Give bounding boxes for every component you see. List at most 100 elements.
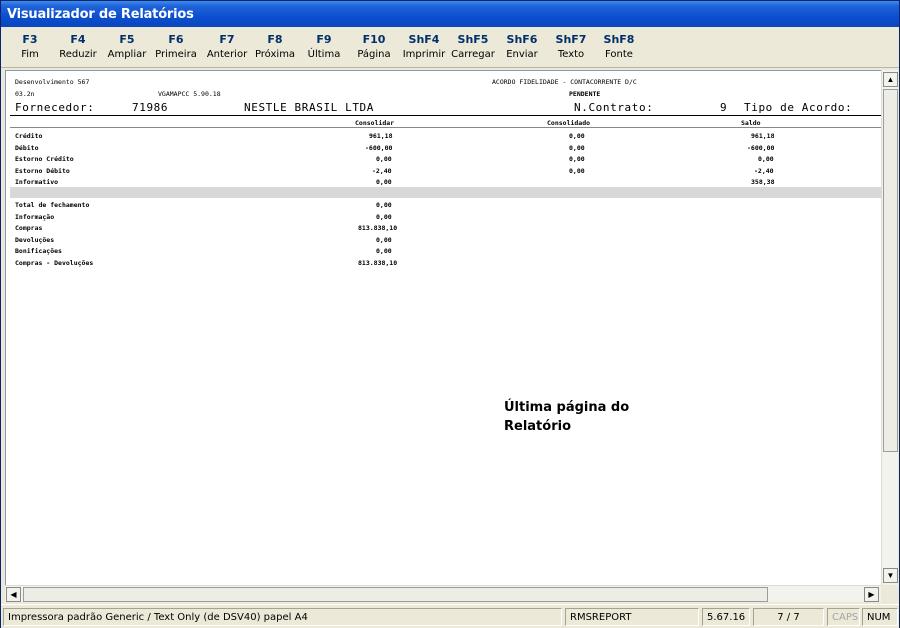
row-consolidar: -600,00 bbox=[365, 144, 393, 152]
last-page-note-line1: Última página do bbox=[504, 400, 630, 415]
ampliar-key: F5 bbox=[119, 33, 135, 46]
vertical-scrollbar[interactable]: ▲ ▼ bbox=[881, 70, 898, 585]
total-label: Compras bbox=[15, 224, 43, 232]
total-value: 0,00 bbox=[376, 201, 392, 209]
total-value: 0,00 bbox=[376, 236, 392, 244]
total-label: Compras - Devoluções bbox=[15, 259, 94, 267]
header-left-1: Desenvolvimento 567 bbox=[15, 78, 90, 86]
enviar-button[interactable]: ShF6 Enviar bbox=[503, 33, 541, 65]
row-saldo: 0,00 bbox=[758, 155, 774, 163]
col-consolidar: Consolidar bbox=[355, 119, 395, 127]
imprimir-key: ShF4 bbox=[408, 33, 440, 46]
proxima-label: Próxima bbox=[254, 49, 296, 60]
fim-button[interactable]: F3 Fim bbox=[15, 33, 45, 65]
row-consolidar: 0,00 bbox=[376, 178, 392, 186]
row-consolidado: 0,00 bbox=[569, 132, 585, 140]
total-label: Informação bbox=[15, 213, 55, 221]
total-value: 813.838,10 bbox=[358, 259, 398, 267]
contract-number: 9 bbox=[720, 101, 728, 114]
row-label: Informativo bbox=[15, 178, 59, 186]
report-page[interactable]: Desenvolvimento 567 03.2n VGAMAPCC 5.90.… bbox=[5, 70, 881, 585]
header-rule bbox=[10, 115, 881, 116]
row-consolidar: -2,40 bbox=[372, 167, 392, 175]
primeira-key: F6 bbox=[168, 33, 184, 46]
ultima-label: Última bbox=[307, 49, 341, 60]
report-title: ACORDO FIDELIDADE - CONTACORRENTE D/C bbox=[492, 78, 637, 86]
page-status: 7 / 7 bbox=[753, 608, 824, 626]
ampliar-button[interactable]: F5 Ampliar bbox=[107, 33, 147, 65]
total-value: 813.838,10 bbox=[358, 224, 398, 232]
anterior-key: F7 bbox=[219, 33, 235, 46]
row-label: Débito bbox=[15, 144, 39, 152]
fonte-label: Fonte bbox=[605, 49, 633, 60]
proxima-button[interactable]: F8 Próxima bbox=[254, 33, 296, 65]
col-saldo: Saldo bbox=[741, 119, 761, 127]
status-bar: Impressora padrão Generic / Text Only (d… bbox=[1, 604, 899, 628]
reduzir-button[interactable]: F4 Reduzir bbox=[58, 33, 98, 65]
printer-status: Impressora padrão Generic / Text Only (d… bbox=[3, 608, 562, 626]
scroll-down-arrow-icon[interactable]: ▼ bbox=[883, 568, 898, 583]
fonte-key: ShF8 bbox=[603, 33, 635, 46]
title-bar[interactable]: Visualizador de Relatórios bbox=[1, 1, 899, 27]
ultima-button[interactable]: F9 Última bbox=[306, 33, 342, 65]
row-saldo: 961,18 bbox=[751, 132, 775, 140]
row-saldo: 358,38 bbox=[751, 178, 775, 186]
header-left-2: 03.2n bbox=[15, 90, 35, 98]
row-saldo: -600,00 bbox=[747, 144, 775, 152]
imprimir-label: Imprimir bbox=[402, 49, 446, 60]
vertical-scroll-thumb[interactable] bbox=[883, 89, 898, 452]
ultima-key: F9 bbox=[316, 33, 332, 46]
fim-key: F3 bbox=[22, 33, 38, 46]
reduzir-label: Reduzir bbox=[59, 49, 97, 60]
last-page-note: Última página do Relatório bbox=[504, 398, 629, 436]
fonte-button[interactable]: ShF8 Fonte bbox=[601, 33, 637, 65]
num-indicator: NUM bbox=[862, 608, 898, 626]
separator-band bbox=[10, 187, 881, 198]
total-value: 0,00 bbox=[376, 247, 392, 255]
carregar-key: ShF5 bbox=[457, 33, 489, 46]
contract-label: N.Contrato: bbox=[574, 101, 654, 114]
row-consolidar: 961,18 bbox=[369, 132, 393, 140]
row-consolidado: 0,00 bbox=[569, 155, 585, 163]
reduzir-key: F4 bbox=[70, 33, 86, 46]
row-label: Estorno Crédito bbox=[15, 155, 74, 163]
report-viewer-window: Visualizador de Relatórios F3 Fim F4 Red… bbox=[0, 0, 900, 628]
window-title: Visualizador de Relatórios bbox=[7, 7, 194, 22]
enviar-key: ShF6 bbox=[506, 33, 538, 46]
scroll-left-arrow-icon[interactable]: ◀ bbox=[6, 587, 21, 602]
proxima-key: F8 bbox=[267, 33, 283, 46]
row-consolidado: 0,00 bbox=[569, 167, 585, 175]
total-label: Bonificações bbox=[15, 247, 62, 255]
row-consolidar: 0,00 bbox=[376, 155, 392, 163]
row-label: Crédito bbox=[15, 132, 43, 140]
supplier-label: Fornecedor: bbox=[15, 101, 95, 114]
pagina-label: Página bbox=[357, 49, 391, 60]
report-status: PENDENTE bbox=[569, 90, 601, 98]
anterior-button[interactable]: F7 Anterior bbox=[204, 33, 250, 65]
pagina-button[interactable]: F10 Página bbox=[354, 33, 394, 65]
texto-button[interactable]: ShF7 Texto bbox=[553, 33, 589, 65]
texto-key: ShF7 bbox=[555, 33, 587, 46]
scroll-up-arrow-icon[interactable]: ▲ bbox=[883, 72, 898, 87]
total-label: Total de fechamento bbox=[15, 201, 90, 209]
scrollbar-corner bbox=[881, 585, 898, 602]
columns-rule bbox=[10, 127, 881, 128]
agreement-type-label: Tipo de Acordo: bbox=[744, 101, 853, 114]
imprimir-button[interactable]: ShF4 Imprimir bbox=[402, 33, 446, 65]
texto-label: Texto bbox=[557, 49, 585, 60]
version-status: 5.67.16 bbox=[702, 608, 750, 626]
horizontal-scrollbar[interactable]: ◀ ▶ bbox=[5, 585, 881, 602]
supplier-name: NESTLE BRASIL LTDA bbox=[244, 101, 375, 114]
row-label: Estorno Débito bbox=[15, 167, 70, 175]
module-status: RMSREPORT bbox=[565, 608, 699, 626]
caps-indicator: CAPS bbox=[827, 608, 860, 626]
primeira-label: Primeira bbox=[155, 49, 197, 60]
anterior-label: Anterior bbox=[206, 49, 248, 60]
carregar-button[interactable]: ShF5 Carregar bbox=[450, 33, 496, 65]
pagina-key: F10 bbox=[362, 33, 386, 46]
ampliar-label: Ampliar bbox=[107, 49, 147, 60]
primeira-button[interactable]: F6 Primeira bbox=[154, 33, 198, 65]
last-page-note-line2: Relatório bbox=[504, 419, 571, 434]
horizontal-scroll-thumb[interactable] bbox=[23, 587, 768, 602]
scroll-right-arrow-icon[interactable]: ▶ bbox=[864, 587, 879, 602]
